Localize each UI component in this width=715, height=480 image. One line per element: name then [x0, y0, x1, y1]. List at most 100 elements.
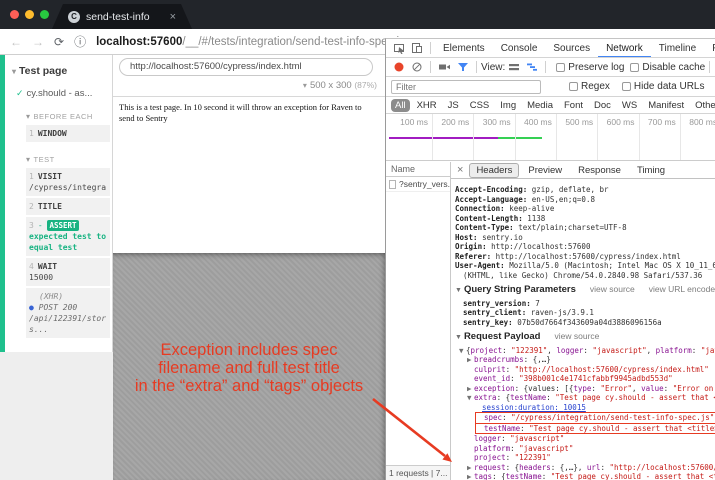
payload-token: "Error on purp [673, 384, 715, 393]
section-test[interactable]: ▾TEST [26, 155, 112, 164]
view-list-icon[interactable] [508, 61, 520, 73]
network-overview[interactable]: 100 ms200 ms300 ms400 ms500 ms600 ms700 … [386, 114, 715, 161]
filter-funnel-icon[interactable] [457, 61, 469, 73]
address-field[interactable]: localhost:57600/__/#/tests/integration/s… [96, 36, 405, 48]
type-filter-other[interactable]: Other [691, 99, 715, 112]
section-header[interactable]: ▼Request Payloadview source [455, 332, 715, 343]
tree-toggle-icon[interactable]: ▼ [467, 393, 474, 403]
tree-toggle-icon[interactable]: ▼ [459, 346, 466, 356]
detail-tab-preview[interactable]: Preview [521, 163, 569, 178]
devtools-tab-elements[interactable]: Elements [435, 39, 493, 58]
forward-icon[interactable]: → [32, 35, 44, 49]
payload-token: exception [474, 384, 515, 393]
command-title[interactable]: 2TITLE [26, 198, 110, 215]
test-title: cy.should - as... [27, 88, 93, 99]
request-row[interactable]: ?sentry_vers... [386, 177, 450, 192]
payload-line[interactable]: ▼extra: {testName: "Test page cy.should … [467, 393, 715, 403]
record-icon[interactable] [393, 61, 405, 73]
payload-token: : [502, 346, 511, 355]
header-row: Content-Type: text/plain;charset=UTF-8 [455, 223, 715, 233]
section-title: Query String Parameters [464, 284, 576, 295]
payload-line[interactable]: spec: "/cypress/integration/send-test-in… [475, 412, 715, 424]
screenshot-capture-icon[interactable] [438, 61, 451, 73]
tree-toggle-icon[interactable]: ▶ [467, 384, 474, 394]
view-source-link[interactable]: view source [590, 284, 635, 294]
close-detail-icon[interactable]: × [457, 164, 463, 176]
filter-input[interactable] [391, 80, 541, 94]
section-before-each[interactable]: ▾BEFORE EACH [26, 112, 112, 121]
devtools-tab-console[interactable]: Console [493, 39, 546, 58]
back-icon[interactable]: ← [10, 35, 22, 49]
view-url-encoded-link[interactable]: view URL encoded [649, 284, 715, 294]
payload-line[interactable]: ▶exception: {values: [{type: "Error", va… [467, 384, 715, 394]
test-title-row[interactable]: ✓cy.should - as... [16, 88, 112, 99]
page-info-icon[interactable]: ⓘ [74, 33, 86, 50]
type-filter-manifest[interactable]: Manifest [644, 99, 688, 112]
devtools-tab-timeline[interactable]: Timeline [651, 39, 704, 58]
traffic-light-zoom-icon[interactable] [40, 10, 49, 19]
regex-checkbox[interactable] [569, 82, 578, 91]
type-filter-all[interactable]: All [391, 99, 410, 112]
devtools-tab-sources[interactable]: Sources [545, 39, 598, 58]
disable-cache-checkbox[interactable] [630, 63, 639, 72]
reload-icon[interactable]: ⟳ [54, 35, 64, 49]
spec-title-row[interactable]: ▾Test page [12, 65, 112, 77]
tree-toggle-icon[interactable]: ▶ [467, 355, 474, 365]
detail-tab-response[interactable]: Response [571, 163, 628, 178]
payload-line[interactable]: ▶breadcrumbs: {,…} [467, 355, 715, 365]
type-filter-css[interactable]: CSS [466, 99, 494, 112]
payload-line[interactable]: ▶request: {headers: {,…}, url: "http://l… [467, 463, 715, 473]
devtools-tab-network[interactable]: Network [598, 39, 651, 58]
detail-tab-headers[interactable]: Headers [469, 163, 519, 178]
tree-toggle-icon[interactable]: ▶ [467, 472, 474, 480]
devtools-tab-profiles[interactable]: Profiles [704, 39, 715, 58]
payload-line[interactable]: ▼{project: "122391", logger: "javascript… [459, 346, 715, 356]
divider [545, 61, 546, 73]
type-filter-js[interactable]: JS [444, 99, 463, 112]
device-toolbar-icon[interactable] [411, 42, 423, 54]
type-filter-doc[interactable]: Doc [590, 99, 615, 112]
query-param-row: sentry_client: raven-js/3.9.1 [455, 308, 715, 318]
payload-line[interactable]: culprit: "http://localhost:57600/cypress… [467, 365, 715, 375]
browser-tab[interactable]: C send-test-info × [52, 4, 192, 29]
clear-icon[interactable] [411, 61, 423, 73]
detail-tab-timing[interactable]: Timing [630, 163, 672, 178]
type-filter-xhr[interactable]: XHR [413, 99, 441, 112]
view-waterfall-icon[interactable] [526, 61, 538, 73]
annotation-line: in the “extra” and “tags” objects [113, 377, 385, 395]
type-filter-img[interactable]: Img [496, 99, 520, 112]
payload-line[interactable]: platform: "javascript" [467, 444, 715, 454]
tree-toggle-icon[interactable]: ▶ [467, 463, 474, 473]
payload-line[interactable]: testName: "Test page cy.should - assert … [475, 423, 715, 435]
type-filter-font[interactable]: Font [560, 99, 587, 112]
name-column-header[interactable]: Name [386, 162, 450, 177]
hide-data-urls-checkbox[interactable] [622, 82, 631, 91]
preserve-log-checkbox[interactable] [556, 63, 565, 72]
payload-token: : [510, 444, 519, 453]
command-wait[interactable]: 4WAIT15000 [26, 258, 110, 286]
type-filter-media[interactable]: Media [523, 99, 557, 112]
tab-title: send-test-info [86, 11, 164, 23]
command-xhr[interactable]: (XHR)● POST 200 /api/122391/stor s... [26, 288, 110, 338]
payload-line[interactable]: event_id: "398b001c4e1741cfabbf9945adbd5… [467, 374, 715, 384]
viewport-size[interactable]: ▾500 x 300 (87%) [303, 80, 377, 91]
traffic-light-minimize-icon[interactable] [25, 10, 34, 19]
payload-line[interactable]: ▶tags: {testName: "Test page cy.should -… [467, 472, 715, 480]
timeline-tick: 200 ms [433, 117, 469, 127]
section-header[interactable]: ▼Query String Parametersview sourceview … [455, 285, 715, 296]
close-tab-icon[interactable]: × [170, 11, 176, 23]
payload-line[interactable]: session:duration: 10015 [475, 403, 715, 413]
payload-token: "http://localhost:57600/cypr [609, 463, 715, 472]
view-source-link[interactable]: view source [555, 331, 600, 341]
command-assert[interactable]: 3- ASSERT expected test to equal test [26, 217, 110, 256]
payload-line[interactable]: logger: "javascript" [467, 434, 715, 444]
payload-line[interactable]: project: "122391" [467, 453, 715, 463]
traffic-light-close-icon[interactable] [10, 10, 19, 19]
inspect-element-icon[interactable] [393, 42, 405, 54]
aut-address-pill[interactable]: http://localhost:57600/cypress/index.htm… [119, 58, 373, 76]
type-filter-ws[interactable]: WS [618, 99, 641, 112]
command-visit[interactable]: 1VISIT/cypress/integra [26, 168, 110, 196]
command-window[interactable]: 1WINDOW [26, 125, 110, 142]
payload-token: "Test page cy.should - assert that <titl… [529, 424, 715, 433]
header-row: Referer: http://localhost:57600/cypress/… [455, 252, 715, 262]
